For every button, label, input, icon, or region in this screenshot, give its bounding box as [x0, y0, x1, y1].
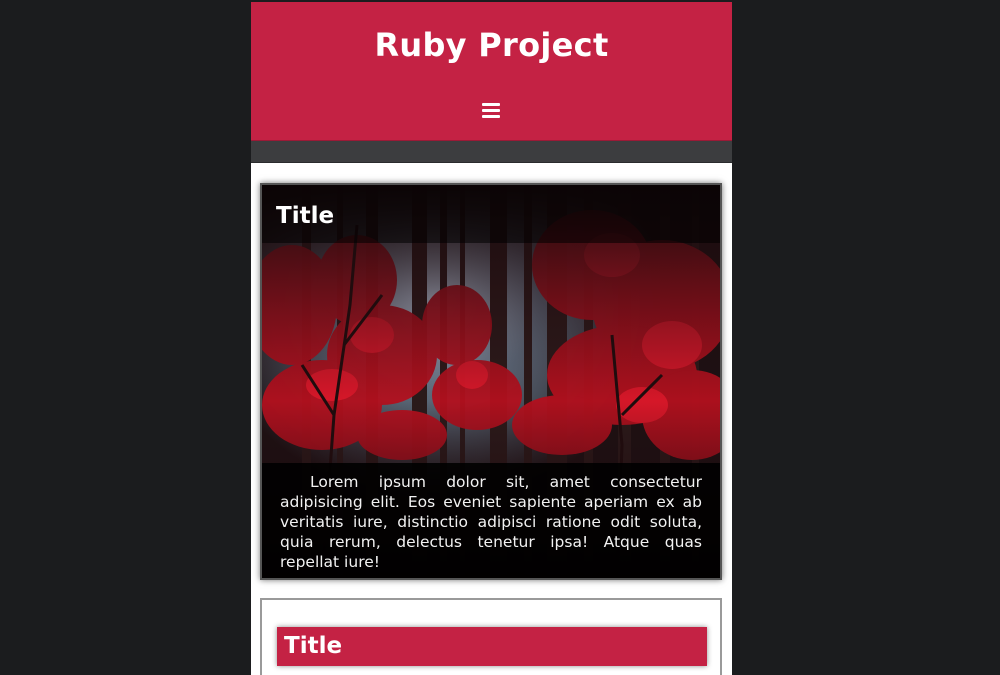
card-title: Title	[276, 203, 335, 229]
card-title: Title	[284, 633, 343, 659]
menu-line	[482, 115, 500, 118]
card-title-bar: Title	[277, 627, 707, 666]
card-title-bar: Title	[262, 185, 720, 243]
site-title: Ruby Project	[374, 26, 609, 64]
menu-line	[482, 109, 500, 112]
text-card: Title ◢	[260, 598, 722, 675]
card-text-box: Lorem ipsum dolor sit, amet consectetur …	[262, 463, 720, 578]
card-body-text: Lorem ipsum dolor sit, amet consectetur …	[280, 473, 702, 571]
hamburger-menu-icon[interactable]	[482, 103, 500, 119]
image-card: Title Lorem ipsum dolor sit, amet consec…	[260, 183, 722, 580]
app-container: Ruby Project Title Lorem ipsum dolor sit…	[251, 2, 732, 675]
menu-line	[482, 103, 500, 106]
nav-bar	[251, 141, 732, 163]
site-header: Ruby Project	[251, 2, 732, 141]
